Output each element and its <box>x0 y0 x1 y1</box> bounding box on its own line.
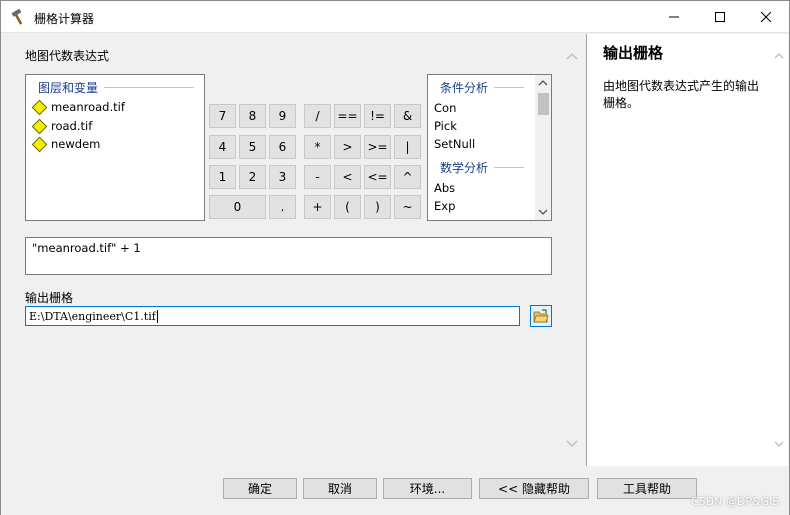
key-divide[interactable]: / <box>304 104 331 128</box>
parameters-scrollbar[interactable] <box>561 34 583 466</box>
layer-item-road[interactable]: road.tif <box>31 117 93 135</box>
key-equal[interactable]: == <box>334 104 361 128</box>
output-raster-input[interactable]: E:\DTA\engineer\C1.tif <box>25 306 520 326</box>
key-or[interactable]: | <box>394 135 421 159</box>
hide-help-button[interactable]: << 隐藏帮助 <box>479 478 589 499</box>
key-minus[interactable]: - <box>304 165 331 189</box>
function-item-pick[interactable]: Pick <box>434 119 457 133</box>
function-item-exp[interactable]: Exp <box>434 199 455 213</box>
key-less-equal[interactable]: <= <box>364 165 391 189</box>
layers-list[interactable]: 图层和变量 meanroad.tif road.tif newdem <box>25 74 205 221</box>
window-title: 栅格计算器 <box>34 12 95 26</box>
conditional-group-header: 条件分析 <box>440 79 525 96</box>
tool-help-button[interactable]: 工具帮助 <box>597 478 697 499</box>
functions-scrollbar[interactable] <box>535 75 551 220</box>
close-button[interactable] <box>743 1 789 33</box>
layer-label: road.tif <box>51 119 93 133</box>
key-close-paren[interactable]: ) <box>364 195 391 219</box>
raster-calculator-window: 栅格计算器 地图代数表达式 图层和变量 meanroad.tif road.ti… <box>0 0 790 515</box>
divider <box>494 87 525 88</box>
key-less[interactable]: < <box>334 165 361 189</box>
chevron-up-icon[interactable] <box>565 50 579 64</box>
expression-textbox[interactable]: "meanroad.tif" + 1 <box>25 237 552 275</box>
chevron-up-icon[interactable] <box>773 50 785 62</box>
hammer-icon <box>11 8 23 25</box>
key-8[interactable]: 8 <box>239 104 266 128</box>
title-bar[interactable]: 栅格计算器 <box>1 1 789 33</box>
key-6[interactable]: 6 <box>269 135 296 159</box>
function-item-abs[interactable]: Abs <box>434 181 455 195</box>
chevron-down-icon[interactable] <box>773 438 785 450</box>
key-xor[interactable]: ^ <box>394 165 421 189</box>
key-plus[interactable]: + <box>304 195 331 219</box>
key-1[interactable]: 1 <box>209 165 236 189</box>
raster-layer-icon <box>31 118 48 134</box>
maximize-icon <box>715 12 725 22</box>
chevron-down-icon[interactable] <box>565 436 579 450</box>
raster-layer-icon <box>31 99 48 115</box>
layers-group-header: 图层和变量 <box>38 79 195 96</box>
key-greater-equal[interactable]: >= <box>364 135 391 159</box>
help-title: 输出栅格 <box>603 44 664 62</box>
browse-folder-button[interactable] <box>530 305 552 327</box>
key-3[interactable]: 3 <box>269 165 296 189</box>
layer-item-newdem[interactable]: newdem <box>31 135 101 153</box>
maximize-button[interactable] <box>697 1 743 33</box>
open-folder-icon <box>533 309 549 323</box>
text-caret <box>156 309 158 323</box>
help-pane: 输出栅格 由地图代数表达式产生的输出栅格。 <box>586 34 788 466</box>
ok-button[interactable]: 确定 <box>223 478 297 499</box>
help-text: 由地图代数表达式产生的输出栅格。 <box>603 79 760 110</box>
key-0[interactable]: 0 <box>209 195 266 219</box>
key-greater[interactable]: > <box>334 135 361 159</box>
minimize-icon <box>669 16 679 18</box>
key-2[interactable]: 2 <box>239 165 266 189</box>
key-decimal[interactable]: . <box>269 195 296 219</box>
function-item-setnull[interactable]: SetNull <box>434 137 475 151</box>
function-item-con[interactable]: Con <box>434 101 456 115</box>
expression-label: 地图代数表达式 <box>25 49 110 63</box>
divider <box>104 87 195 88</box>
key-not[interactable]: ~ <box>394 195 421 219</box>
parameters-pane: 地图代数表达式 图层和变量 meanroad.tif road.tif newd… <box>4 34 584 466</box>
layer-item-meanroad[interactable]: meanroad.tif <box>31 98 125 116</box>
key-and[interactable]: & <box>394 104 421 128</box>
functions-list[interactable]: 条件分析 Con Pick SetNull 数学分析 Abs Exp <box>427 74 552 221</box>
chevron-up-icon[interactable] <box>538 79 548 87</box>
watermark: CSDN @DP&GIS <box>691 495 780 508</box>
key-9[interactable]: 9 <box>269 104 296 128</box>
divider <box>494 167 525 168</box>
scroll-thumb[interactable] <box>538 93 549 115</box>
close-icon <box>760 11 772 23</box>
raster-layer-icon <box>31 136 48 152</box>
math-header-label: 数学分析 <box>440 161 489 175</box>
environments-button[interactable]: 环境... <box>383 478 472 499</box>
key-7[interactable]: 7 <box>209 104 236 128</box>
key-open-paren[interactable]: ( <box>334 195 361 219</box>
chevron-down-icon[interactable] <box>538 208 548 216</box>
layers-header-label: 图层和变量 <box>38 81 99 95</box>
key-not-equal[interactable]: != <box>364 104 391 128</box>
key-multiply[interactable]: * <box>304 135 331 159</box>
output-raster-value: E:\DTA\engineer\C1.tif <box>29 309 156 323</box>
output-raster-label: 输出栅格 <box>25 291 74 305</box>
math-group-header: 数学分析 <box>440 159 525 176</box>
cancel-button[interactable]: 取消 <box>303 478 377 499</box>
dialog-button-bar: 确定 取消 环境... << 隐藏帮助 工具帮助 <box>1 467 789 515</box>
key-5[interactable]: 5 <box>239 135 266 159</box>
layer-label: newdem <box>51 137 101 151</box>
conditional-header-label: 条件分析 <box>440 81 489 95</box>
key-4[interactable]: 4 <box>209 135 236 159</box>
minimize-button[interactable] <box>651 1 697 33</box>
layer-label: meanroad.tif <box>51 100 125 114</box>
